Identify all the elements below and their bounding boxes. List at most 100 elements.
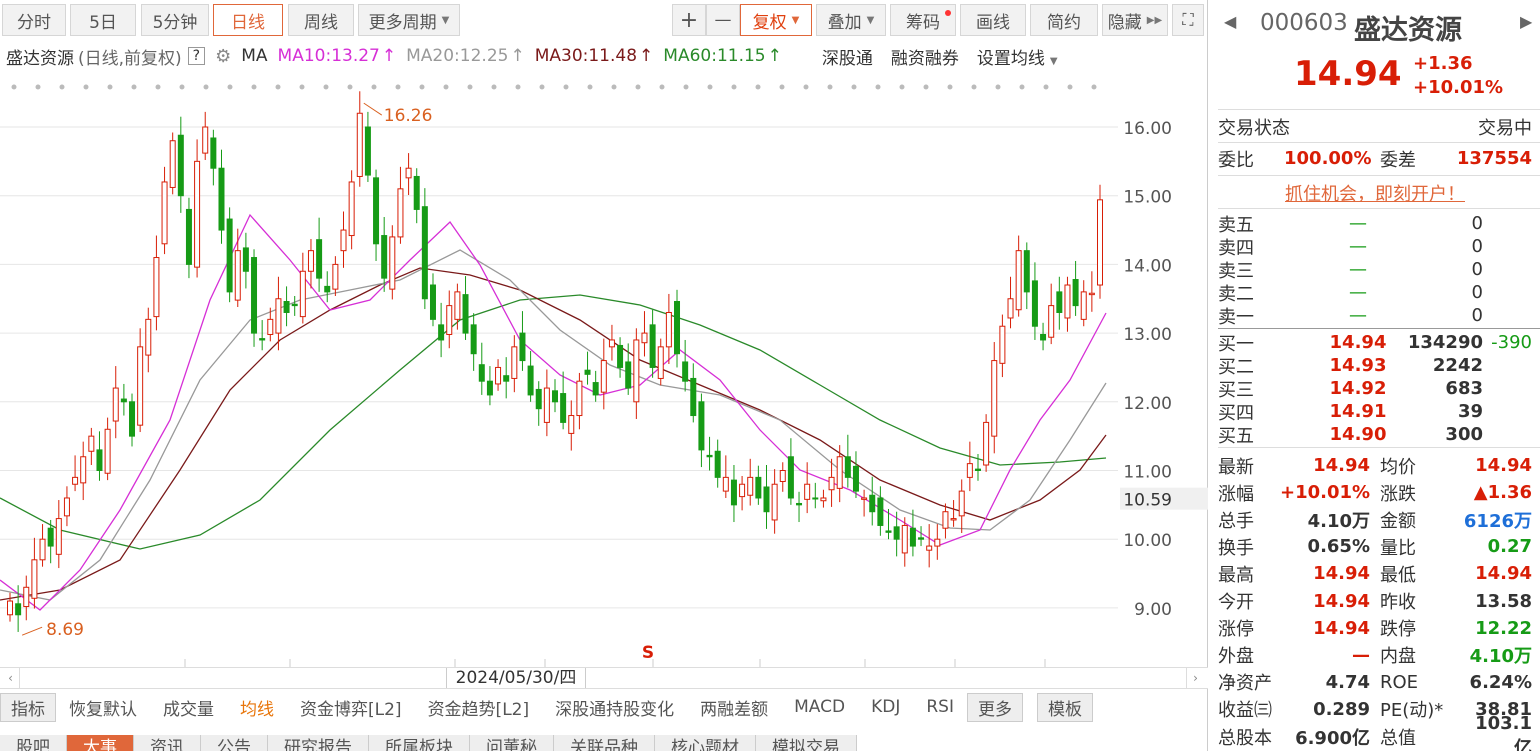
- next-stock-icon[interactable]: ▶: [1520, 12, 1532, 31]
- candle-body: [55, 518, 62, 555]
- tab-5min[interactable]: 5分钟: [141, 4, 209, 36]
- stat-label: 最低: [1380, 564, 1416, 586]
- horizontal-scrollbar[interactable]: ‹ 2024/05/30/四 ›: [0, 667, 1208, 689]
- candle-body: [909, 527, 916, 547]
- status-row: 交易状态 交易中: [1218, 115, 1532, 139]
- info-tab[interactable]: 大事: [67, 735, 134, 751]
- indicator-tab[interactable]: RSI: [913, 697, 967, 717]
- info-tab[interactable]: 股吧: [0, 735, 67, 751]
- candle-body: [356, 112, 363, 177]
- adjust-dropdown[interactable]: 复权 ▼: [740, 4, 812, 36]
- weibi-value: 100.00%: [1284, 148, 1372, 169]
- candle-body: [429, 284, 436, 320]
- candle-body: [15, 603, 22, 616]
- event-marker: [227, 84, 233, 90]
- indicator-tab[interactable]: 深股通持股变化: [542, 695, 687, 720]
- indicator-tab[interactable]: 恢复默认: [56, 695, 150, 720]
- indicator-tab[interactable]: MACD: [781, 697, 858, 717]
- price-change: +1.36: [1413, 53, 1473, 74]
- event-marker: [323, 84, 329, 90]
- ask-price: —: [1349, 259, 1367, 280]
- candle-body: [568, 415, 575, 434]
- overlay-label: 叠加: [827, 12, 862, 33]
- candle-body: [503, 375, 510, 382]
- bid-row: 买三 14.92 683: [1218, 377, 1532, 401]
- stat-label: 最新: [1218, 456, 1254, 478]
- stock-name: 盛达资源: [6, 48, 74, 69]
- info-tab[interactable]: 资讯: [134, 735, 201, 751]
- chevron-left-icon[interactable]: ‹: [2, 668, 20, 688]
- caret-down-icon: ▼: [441, 14, 450, 26]
- ma10-value: MA10:13.27: [277, 46, 380, 66]
- zoom-in-button[interactable]: +: [672, 4, 706, 36]
- stat-value: 12.22: [1475, 617, 1532, 639]
- tab-weekly[interactable]: 周线: [288, 4, 354, 36]
- tab-daily[interactable]: 日线: [213, 4, 283, 36]
- indicator-tabs: 指标 恢复默认 成交量 均线 资金博弈[L2] 资金趋势[L2] 深股通持股变化 两融差额 MA…: [0, 692, 1208, 722]
- info-tab[interactable]: 研究报告: [268, 735, 369, 751]
- candle-body: [543, 387, 550, 423]
- candle-body: [120, 398, 127, 403]
- indicator-tab[interactable]: KDJ: [858, 697, 913, 717]
- chips-button[interactable]: 筹码: [890, 4, 956, 36]
- info-tab[interactable]: 公告: [201, 735, 268, 751]
- indicator-tab[interactable]: 模板: [1036, 692, 1093, 722]
- set-ma-dropdown[interactable]: 设置均线 ▼: [977, 44, 1058, 69]
- hide-button[interactable]: 隐藏 ▶▶: [1102, 4, 1168, 36]
- indicator-tab[interactable]: 成交量: [150, 695, 227, 720]
- kline-chart[interactable]: 16.00 15.00 14.00 13.00 12.00 11.00 10.00 9.00 1…: [0, 0, 1208, 667]
- candle-body: [421, 206, 428, 300]
- stock-code: 000603: [1260, 10, 1348, 36]
- northbound-link[interactable]: 深股通: [822, 44, 873, 69]
- tab-5day[interactable]: 5日: [70, 4, 136, 36]
- indicator-tab[interactable]: 更多: [966, 692, 1023, 722]
- divider: [1218, 175, 1540, 176]
- high-arrow: [363, 102, 383, 116]
- event-marker: [251, 84, 257, 90]
- prev-stock-icon[interactable]: ◀: [1224, 12, 1236, 31]
- candle-body: [1007, 298, 1014, 319]
- low-arrow: [21, 626, 43, 636]
- event-marker: [851, 84, 857, 90]
- stat-row: 换手 0.65% 量比 0.27: [1218, 535, 1532, 559]
- fullscreen-button[interactable]: ⛶: [1172, 4, 1204, 36]
- stat-value: 6126万: [1463, 510, 1532, 532]
- margin-link[interactable]: 融资融券: [891, 44, 959, 69]
- event-marker: [131, 84, 137, 90]
- indicator-tab[interactable]: 两融差额: [687, 695, 781, 720]
- event-marker: [203, 84, 209, 90]
- event-marker: [779, 84, 785, 90]
- simple-mode-button[interactable]: 简约: [1030, 4, 1098, 36]
- event-marker: [59, 84, 65, 90]
- open-account-link[interactable]: 抓住机会，即刻开户！: [1218, 180, 1532, 206]
- candle-body: [486, 380, 493, 396]
- indicator-tab[interactable]: 资金趋势[L2]: [415, 695, 543, 720]
- ask-price: —: [1349, 236, 1367, 257]
- candle-body: [958, 490, 965, 517]
- info-tab[interactable]: 所属板块: [369, 735, 470, 751]
- indicator-tab[interactable]: 均线: [227, 695, 287, 720]
- ma10-line: [0, 213, 1107, 611]
- draw-line-button[interactable]: 画线: [960, 4, 1026, 36]
- info-tab[interactable]: 关联品种: [554, 735, 655, 751]
- chevron-right-icon[interactable]: ›: [1186, 668, 1204, 688]
- candle-body: [877, 497, 884, 526]
- help-button[interactable]: ?: [187, 47, 206, 65]
- gear-icon[interactable]: ⚙: [215, 46, 231, 67]
- candle-body: [210, 137, 217, 169]
- y-tick-label: 11.00: [1123, 463, 1172, 483]
- info-tab[interactable]: 核心题材: [655, 735, 756, 751]
- more-periods-dropdown[interactable]: 更多周期 ▼: [358, 4, 460, 36]
- zoom-out-button[interactable]: —: [706, 4, 740, 36]
- price-change-pct: +10.01%: [1413, 77, 1504, 98]
- tab-fenshi[interactable]: 分时: [2, 4, 66, 36]
- candle-body: [438, 324, 445, 341]
- overlay-dropdown[interactable]: 叠加 ▼: [816, 4, 886, 36]
- indicator-tab[interactable]: 指标: [0, 692, 56, 722]
- candle-body: [861, 497, 868, 500]
- event-marker: [731, 84, 737, 90]
- current-price-label: 10.59: [1123, 491, 1172, 511]
- indicator-tab[interactable]: 资金博弈[L2]: [287, 695, 415, 720]
- info-tab[interactable]: 问董秘: [470, 735, 554, 751]
- info-tab[interactable]: 模拟交易: [756, 735, 857, 751]
